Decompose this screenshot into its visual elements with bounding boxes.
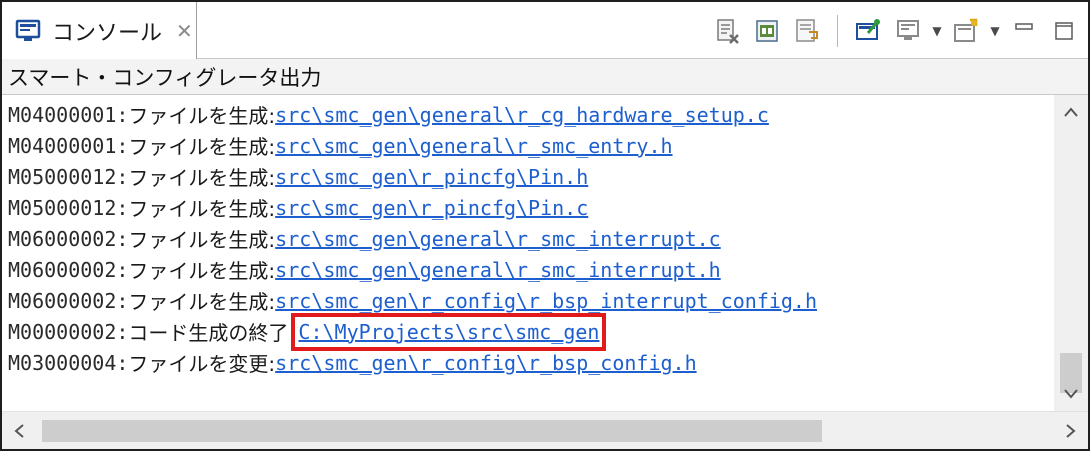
log-line: M05000012: ファイルを生成: src\smc_gen\r_pincfg… bbox=[8, 192, 1054, 223]
scroll-lock-icon[interactable] bbox=[749, 13, 785, 49]
file-link[interactable]: src\smc_gen\general\r_cg_hardware_setup.… bbox=[275, 103, 769, 127]
log-line: M06000002: ファイルを生成: src\smc_gen\general\… bbox=[8, 223, 1054, 254]
tab-console-label: コンソール bbox=[52, 20, 163, 46]
log-line: M04000001: ファイルを生成: src\smc_gen\general\… bbox=[8, 99, 1054, 130]
console-toolbar: ▼ ▼ bbox=[709, 2, 1082, 59]
message-text: ファイルを生成: bbox=[128, 135, 276, 159]
message-code: M00000002: bbox=[8, 319, 129, 344]
clear-console-icon[interactable] bbox=[709, 13, 745, 49]
message-code: M06000002: bbox=[8, 226, 129, 251]
scroll-left-icon[interactable] bbox=[2, 412, 36, 450]
display-selected-console-icon[interactable] bbox=[890, 13, 926, 49]
tab-console[interactable]: コンソール ✕ bbox=[2, 2, 197, 59]
message-code: M04000001: bbox=[8, 133, 129, 158]
console-name: スマート・コンフィグレータ出力 bbox=[8, 65, 322, 90]
file-link[interactable]: src\smc_gen\r_config\r_bsp_config.h bbox=[275, 351, 696, 375]
file-link[interactable]: src\smc_gen\general\r_smc_entry.h bbox=[275, 134, 672, 158]
console-icon bbox=[14, 17, 42, 45]
message-text: ファイルを生成: bbox=[128, 166, 276, 190]
message-code: M05000012: bbox=[8, 164, 129, 189]
console-output[interactable]: M04000001: ファイルを生成: src\smc_gen\general\… bbox=[2, 95, 1054, 411]
horizontal-scroll-thumb[interactable] bbox=[42, 420, 822, 442]
log-line: M00000002: コード生成の終了 C:\MyProjects\src\sm… bbox=[8, 312, 1054, 351]
view-tabbar: コンソール ✕ ▼ ▼ bbox=[2, 2, 1088, 59]
file-link[interactable]: src\smc_gen\r_pincfg\Pin.c bbox=[275, 196, 588, 220]
file-link[interactable]: src\smc_gen\general\r_smc_interrupt.h bbox=[275, 258, 721, 282]
console-view: コンソール ✕ ▼ ▼ スマート・コンフィグレータ出力 M04000001: フ… bbox=[0, 0, 1090, 451]
pin-console-icon[interactable] bbox=[850, 13, 886, 49]
message-code: M06000002: bbox=[8, 288, 129, 313]
word-wrap-icon[interactable] bbox=[789, 13, 825, 49]
message-text: コード生成の終了 bbox=[128, 321, 289, 345]
toolbar-separator bbox=[837, 14, 838, 47]
scroll-right-icon[interactable] bbox=[1054, 412, 1088, 450]
message-text: ファイルを生成: bbox=[128, 228, 276, 252]
message-code: M03000004: bbox=[8, 350, 129, 375]
message-text: ファイルを生成: bbox=[128, 104, 276, 128]
log-line: M06000002: ファイルを生成: src\smc_gen\r_config… bbox=[8, 285, 1054, 316]
minimize-icon[interactable] bbox=[1006, 13, 1042, 49]
horizontal-scrollbar[interactable] bbox=[2, 411, 1088, 449]
file-link[interactable]: src\smc_gen\r_pincfg\Pin.h bbox=[275, 165, 588, 189]
output-folder-link[interactable]: C:\MyProjects\src\smc_gen bbox=[291, 312, 607, 351]
log-line: M06000002: ファイルを生成: src\smc_gen\general\… bbox=[8, 254, 1054, 285]
display-console-dropdown-icon[interactable]: ▼ bbox=[930, 13, 944, 49]
vertical-scrollbar[interactable] bbox=[1054, 95, 1088, 411]
log-line: M03000004: ファイルを変更: src\smc_gen\r_config… bbox=[8, 347, 1054, 378]
message-text: ファイルを生成: bbox=[128, 197, 276, 221]
log-line: M05000012: ファイルを生成: src\smc_gen\r_pincfg… bbox=[8, 161, 1054, 192]
message-code: M04000001: bbox=[8, 102, 129, 127]
open-console-dropdown-icon[interactable]: ▼ bbox=[988, 13, 1002, 49]
maximize-icon[interactable] bbox=[1046, 13, 1082, 49]
log-line: M04000001: ファイルを生成: src\smc_gen\general\… bbox=[8, 130, 1054, 161]
message-code: M05000012: bbox=[8, 195, 129, 220]
scroll-up-icon[interactable] bbox=[1054, 95, 1088, 129]
message-text: ファイルを生成: bbox=[128, 290, 276, 314]
close-tab-icon[interactable]: ✕ bbox=[176, 19, 193, 43]
console-name-header: スマート・コンフィグレータ出力 bbox=[2, 59, 1088, 95]
message-text: ファイルを変更: bbox=[128, 352, 276, 376]
file-link[interactable]: src\smc_gen\general\r_smc_interrupt.c bbox=[275, 227, 721, 251]
file-link[interactable]: src\smc_gen\r_config\r_bsp_interrupt_con… bbox=[275, 289, 817, 313]
message-code: M06000002: bbox=[8, 257, 129, 282]
scroll-down-icon[interactable] bbox=[1054, 377, 1088, 411]
message-text: ファイルを生成: bbox=[128, 259, 276, 283]
open-console-icon[interactable] bbox=[948, 13, 984, 49]
